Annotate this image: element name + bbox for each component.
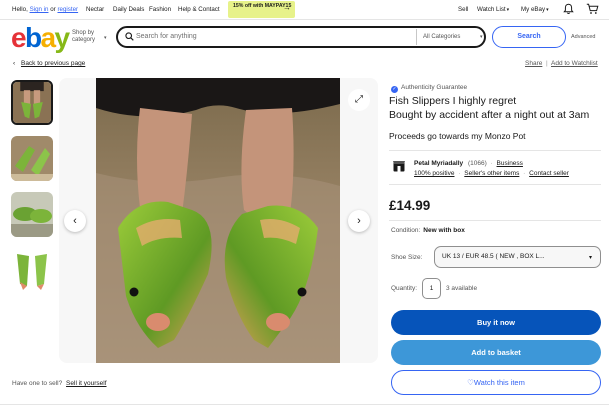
sell-link[interactable]: Sell: [458, 6, 468, 13]
buy-it-now-button[interactable]: Buy it now: [391, 310, 601, 335]
chevron-left-icon: ‹: [13, 60, 16, 67]
search-button[interactable]: Search: [492, 26, 566, 48]
category-select[interactable]: All Categories ▾: [423, 34, 483, 40]
divider: [389, 220, 601, 221]
expand-icon[interactable]: ⤢: [348, 89, 370, 111]
sellers-other-items-link[interactable]: Seller's other items: [464, 170, 519, 177]
share-link[interactable]: Share: [525, 60, 542, 67]
positive-feedback-link[interactable]: 100% positive: [414, 170, 454, 177]
shoe-size-select[interactable]: UK 13 / EUR 48.5 ( NEW , BOX L... ▾: [434, 246, 601, 268]
feedback-count: (1066): [467, 160, 487, 167]
chevron-down-icon: ▾: [480, 34, 483, 40]
watch-list-menu[interactable]: Watch List▾: [477, 6, 509, 13]
help-contact-link[interactable]: Help & Contact: [178, 6, 220, 13]
add-to-basket-button[interactable]: Add to basket: [391, 340, 601, 365]
greeting: Hello, Sign in or register: [12, 6, 79, 13]
store-icon: [393, 161, 405, 172]
divider: [389, 184, 601, 185]
shoe-size-label: Shoe Size:: [391, 254, 423, 261]
watch-this-item-button[interactable]: ♡Watch this item: [391, 370, 601, 395]
chevron-down-icon: ▾: [506, 7, 510, 13]
condition: Condition: New with box: [391, 227, 465, 234]
nectar-link[interactable]: Nectar: [86, 6, 104, 13]
previous-image-button[interactable]: ‹: [64, 210, 86, 232]
sign-in-link[interactable]: Sign in: [30, 6, 49, 13]
fish-slippers-main-image[interactable]: [96, 78, 340, 363]
daily-deals-link[interactable]: Daily Deals: [113, 6, 144, 13]
sell-it-yourself-link[interactable]: Sell it yourself: [66, 380, 106, 387]
quantity-input[interactable]: 1: [422, 278, 441, 299]
seller-info: Petal Myriadally (1066) · Business 100% …: [414, 160, 569, 177]
divider: [389, 150, 601, 151]
add-to-watchlist-link[interactable]: Add to Watchlist: [551, 60, 598, 67]
chevron-down-icon: ▾: [546, 7, 549, 13]
check-badge-icon: ✓: [391, 86, 398, 93]
divider: [0, 404, 609, 405]
next-image-button[interactable]: ›: [348, 210, 370, 232]
my-ebay-menu[interactable]: My eBay▾: [521, 6, 549, 13]
thumbnail-3[interactable]: [11, 192, 53, 237]
fish-slippers-thumbnail-image: [11, 136, 53, 181]
ebay-logo[interactable]: ebay: [11, 23, 70, 53]
advanced-search-link[interactable]: Advanced: [571, 34, 595, 40]
listing-title-line-1: Fish Slippers I highly regret: [389, 95, 517, 107]
register-link[interactable]: register: [57, 6, 78, 13]
separator: |: [546, 60, 548, 67]
fish-slippers-thumbnail-image: [11, 192, 53, 237]
listing-title-line-2: Bought by accident after a night out at …: [389, 109, 590, 121]
sell-it-yourself: Have one to sell? Sell it yourself: [12, 380, 107, 387]
fish-slippers-thumbnail-image: [11, 246, 53, 291]
top-bar: Hello, Sign in or register Nectar Daily …: [0, 0, 609, 20]
thumbnail-2[interactable]: [11, 136, 53, 181]
shop-by-category-menu[interactable]: Shop by category ▾: [72, 30, 107, 44]
listing-subtitle: Proceeds go towards my Monzo Pot: [389, 131, 526, 141]
authenticity-guarantee[interactable]: ✓ Authenticity Guarantee: [391, 84, 467, 93]
back-to-previous-page[interactable]: ‹ Back to previous page: [13, 60, 85, 67]
contact-seller-link[interactable]: Contact seller: [529, 170, 569, 177]
fish-slippers-thumbnail-image: [13, 82, 51, 123]
business-link[interactable]: Business: [497, 160, 523, 167]
thumbnail-4[interactable]: [11, 246, 53, 291]
search-input[interactable]: Search for anything: [136, 33, 197, 40]
arrow-right-icon: →: [283, 3, 291, 12]
search-icon: [125, 32, 134, 41]
search-bar[interactable]: Search for anything All Categories ▾: [116, 26, 486, 48]
thumbnail-1[interactable]: [11, 80, 53, 125]
cart-icon[interactable]: [586, 3, 599, 15]
quantity-label: Quantity:: [391, 285, 418, 292]
chevron-down-icon: ▾: [588, 255, 592, 261]
price: £14.99: [389, 198, 431, 213]
available-count: 3 available: [446, 285, 478, 292]
search-divider: [416, 29, 417, 45]
promo-banner[interactable]: 15% off with MAYPAY15 →: [228, 1, 295, 18]
fashion-link[interactable]: Fashion: [149, 6, 171, 13]
notification-bell-icon[interactable]: [563, 3, 574, 15]
chevron-down-icon: ▾: [104, 35, 107, 41]
seller-name[interactable]: Petal Myriadally: [414, 160, 463, 167]
